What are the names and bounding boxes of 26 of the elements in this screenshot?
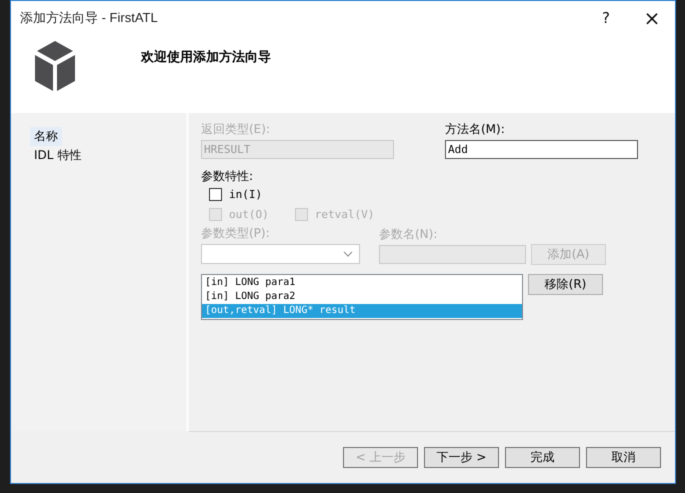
wizard-button[interactable]: 取消 — [586, 447, 661, 468]
window-title: 添加方法向导 - FirstATL — [19, 8, 159, 26]
parameter-item[interactable]: [in] LONG para1 — [202, 276, 522, 290]
wizard-button[interactable]: 下一步 > — [424, 447, 499, 468]
field-label: 方法名(M): — [445, 122, 506, 137]
field-label: 参数名(N): — [379, 227, 438, 242]
param-type-dropdown[interactable] — [201, 244, 360, 264]
close-button[interactable]: × — [629, 6, 675, 30]
section-label: 参数特性: — [201, 169, 254, 184]
checkbox-label: in(I) — [229, 188, 262, 200]
checkbox[interactable] — [209, 188, 222, 200]
sidebar-item[interactable]: IDL 特性 — [30, 146, 86, 165]
header-title: 欢迎使用添加方法向导 — [141, 48, 271, 66]
method-name-field[interactable]: Add — [445, 140, 638, 159]
parameter-item[interactable]: [in] LONG para2 — [202, 290, 522, 304]
sidebar-item[interactable]: 名称 — [30, 127, 62, 146]
field-label: 返回类型(E): — [201, 122, 271, 137]
checkbox-label: out(O) — [229, 208, 269, 220]
help-button[interactable]: ? — [583, 8, 629, 26]
checkbox-label: retval(V) — [314, 208, 374, 220]
chevron-down-icon — [343, 251, 353, 257]
cube-icon — [33, 39, 77, 93]
wizard-button[interactable]: 完成 — [505, 447, 580, 468]
field-label: 参数类型(P): — [201, 226, 271, 241]
remove-button[interactable]: 移除(R) — [528, 274, 603, 295]
param-name-field[interactable] — [379, 245, 526, 264]
